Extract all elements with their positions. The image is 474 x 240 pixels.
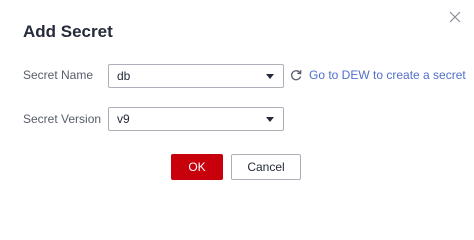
secret-name-label: Secret Name (23, 68, 94, 82)
refresh-icon[interactable] (290, 69, 302, 81)
caret-down-icon (266, 74, 274, 79)
caret-down-icon (266, 117, 274, 122)
ok-button[interactable]: OK (171, 154, 223, 180)
go-to-dew-link[interactable]: Go to DEW to create a secret (309, 68, 466, 83)
secret-version-select[interactable]: v9 (108, 107, 284, 131)
secret-name-select[interactable]: db (108, 64, 284, 88)
secret-version-label: Secret Version (23, 112, 102, 126)
cancel-button[interactable]: Cancel (231, 154, 301, 180)
dialog-title: Add Secret (23, 22, 113, 41)
close-icon[interactable] (448, 10, 462, 24)
secret-version-value: v9 (117, 112, 130, 126)
secret-name-value: db (117, 69, 131, 83)
add-secret-dialog: Add Secret Secret Name db Go to DEW to c… (0, 0, 474, 201)
